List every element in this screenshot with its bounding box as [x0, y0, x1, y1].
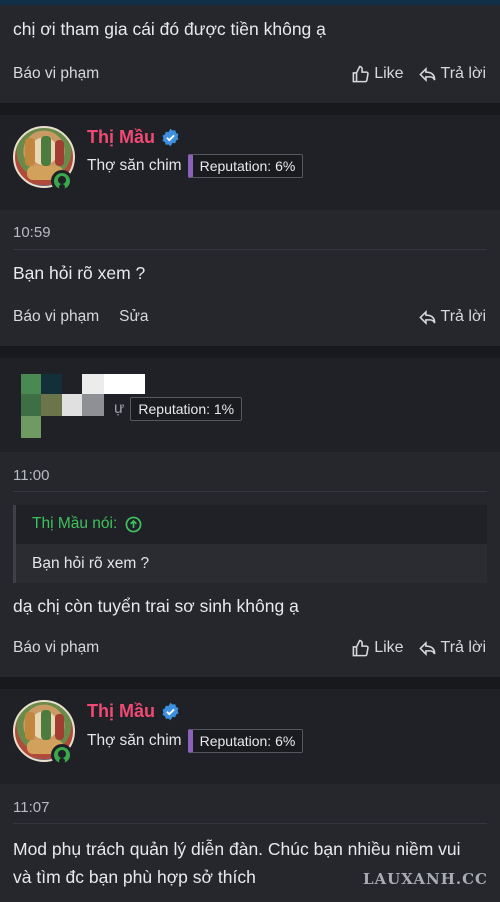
reply-button[interactable]: Trả lời: [418, 308, 486, 327]
reply-icon: [418, 640, 435, 656]
username-text: Thị Mầu: [87, 127, 155, 147]
post-actions: Báo vi phạm Like Trả lời: [0, 619, 500, 677]
online-status-icon: [51, 744, 73, 766]
quote-text: Bạn hỏi rõ xem ?: [32, 555, 150, 572]
report-button[interactable]: Báo vi phạm: [13, 639, 99, 657]
post-body: Thị Mầu nói: Bạn hỏi rõ xem ? dạ chị còn…: [0, 492, 500, 632]
post-meta: 11:00: [0, 452, 500, 492]
user-title-row: ự Reputation: 1%: [114, 397, 243, 421]
user-title: ự: [114, 400, 125, 417]
report-button[interactable]: Báo vi phạm: [13, 65, 99, 83]
verified-badge-icon: [162, 702, 179, 721]
post-time[interactable]: 11:07: [13, 799, 49, 816]
quote-content: Bạn hỏi rõ xem ?: [16, 544, 487, 583]
reputation-badge: Reputation: 1%: [130, 397, 243, 421]
verified-badge-icon: [162, 128, 179, 147]
reply-button[interactable]: Trả lời: [418, 639, 486, 658]
reply-label: Trả lời: [440, 65, 486, 82]
user-title: Thợ săn chim: [87, 732, 182, 749]
reply-button[interactable]: Trả lời: [418, 65, 486, 84]
quote-block: Thị Mầu nói: Bạn hỏi rõ xem ?: [13, 505, 487, 583]
like-label: Like: [374, 65, 404, 82]
reputation-badge: Reputation: 6%: [187, 154, 304, 178]
user-title-row: Thợ săn chim Reputation: 6%: [87, 154, 304, 178]
edit-button[interactable]: Sửa: [119, 308, 148, 326]
post-text: Bạn hỏi rõ xem ?: [13, 263, 146, 283]
user-title-row: Thợ săn chim Reputation: 6%: [87, 729, 304, 753]
thumbs-up-icon: [352, 639, 369, 656]
post-body: Mod phụ trách quản lý diễn đàn. Chúc bạn…: [0, 824, 500, 902]
post-meta: 10:59: [0, 210, 500, 250]
separator: [0, 346, 500, 358]
separator: [0, 677, 500, 689]
message-user-header: ự Reputation: 1%: [0, 358, 500, 452]
post-body: Bạn hỏi rõ xem ?: [0, 250, 500, 290]
quote-author: Thị Mầu nói:: [32, 515, 118, 532]
post-actions: Báo vi phạm Sửa Trả lời: [0, 288, 500, 346]
username-text: Thị Mầu: [87, 701, 155, 721]
message-user-header: Thị Mầu Thợ săn chim Reputation: 6%: [0, 689, 500, 784]
like-label: Like: [374, 639, 404, 656]
thumbs-up-icon: [352, 65, 369, 82]
message-user-header: Thị Mầu Thợ săn chim Reputation: 6%: [0, 115, 500, 210]
post-meta: 11:07: [0, 784, 500, 824]
reply-label: Trả lời: [440, 639, 486, 656]
post-text: dạ chị còn tuyển trai sơ sinh không ạ: [13, 596, 299, 616]
post-text: chị ơi tham gia cái đó được tiền không ạ: [13, 19, 326, 39]
post-body: chị ơi tham gia cái đó được tiền không ạ: [0, 5, 500, 50]
reply-label: Trả lời: [440, 308, 486, 325]
online-status-icon: [51, 170, 73, 192]
reputation-badge: Reputation: 6%: [187, 729, 304, 753]
quote-jump-icon[interactable]: [125, 516, 142, 533]
post-time[interactable]: 10:59: [13, 224, 51, 241]
reply-icon: [418, 309, 435, 325]
reply-icon: [418, 66, 435, 82]
user-title: Thợ săn chim: [87, 157, 182, 174]
watermark: LAUXANH.CC: [363, 870, 488, 888]
like-button[interactable]: Like: [351, 65, 404, 84]
like-button[interactable]: Like: [351, 639, 404, 658]
post-actions: Báo vi phạm Like Trả lời: [0, 45, 500, 103]
username[interactable]: Thị Mầu: [87, 127, 180, 148]
report-button[interactable]: Báo vi phạm: [13, 308, 99, 326]
quote-header[interactable]: Thị Mầu nói:: [32, 515, 142, 533]
separator: [0, 103, 500, 115]
post-time[interactable]: 11:00: [13, 467, 49, 484]
username[interactable]: Thị Mầu: [87, 701, 180, 722]
